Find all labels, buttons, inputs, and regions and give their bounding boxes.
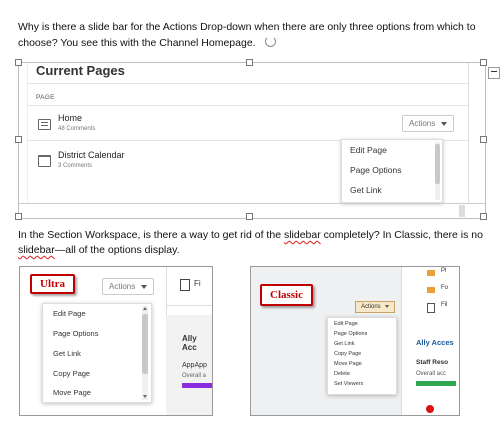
actions-dropdown-button[interactable]: Actions [102, 278, 155, 295]
ultra-screenshot: Ultra Actions Edit Page Page Options Get… [19, 266, 213, 416]
page-row-comments: 48 Comments [58, 126, 96, 132]
menu-scrollbar[interactable] [142, 306, 148, 400]
paragraph-line: slidebar—all of the options display. [18, 244, 180, 256]
resize-handle[interactable] [15, 213, 22, 220]
ally-heading: Ally Acc [182, 334, 197, 352]
file-icon [427, 303, 435, 313]
menu-item-delete[interactable]: Delete [334, 371, 350, 377]
divider [28, 105, 468, 106]
spelling-error-word[interactable]: slidebar [284, 229, 321, 241]
channel-homepage-screenshot[interactable]: Current Pages PAGE Home 48 Comments Acti… [18, 62, 486, 219]
scroll-up-icon[interactable] [143, 307, 147, 310]
staff-resources: Staff Reso [416, 359, 449, 366]
spelling-error-word[interactable]: slidebar [18, 244, 55, 256]
calendar-icon [38, 155, 51, 167]
current-pages-title: Current Pages [36, 63, 125, 78]
menu-item-set-viewers[interactable]: Set Viewers [334, 381, 363, 387]
menu-item-page-options[interactable]: Page Options [350, 165, 402, 175]
classic-label: Classic [260, 284, 313, 306]
menu-item-edit-page[interactable]: Edit Page [350, 145, 387, 155]
divider [166, 305, 212, 306]
resize-handle[interactable] [480, 213, 487, 220]
caret-down-icon [441, 121, 448, 126]
menu-item-edit-page[interactable]: Edit Page [53, 309, 86, 318]
progress-bar [182, 383, 212, 388]
resize-handle[interactable] [480, 59, 487, 66]
actions-menu: Edit Page Page Options Get Link Copy Pag… [42, 303, 152, 403]
side-item: Fo [441, 285, 449, 291]
menu-item-page-options[interactable]: Page Options [334, 331, 367, 337]
menu-item-get-link[interactable]: Get Link [350, 185, 382, 195]
menu-item-page-options[interactable]: Page Options [53, 329, 98, 338]
scrollbar-thumb[interactable] [435, 144, 440, 184]
page-row-title-home[interactable]: Home [58, 113, 82, 123]
divider [19, 203, 485, 204]
menu-item-move-page[interactable]: Move Page [53, 388, 91, 397]
side-item: Pl [441, 268, 447, 274]
resize-handle[interactable] [246, 59, 253, 66]
paragraph-line: choose? You see this with the Channel Ho… [18, 35, 488, 51]
page-icon [38, 119, 51, 130]
menu-item-copy-page[interactable]: Copy Page [334, 351, 361, 357]
menu-item-move-page[interactable]: Move Page [334, 361, 362, 367]
ally-item: AppApp [182, 362, 207, 369]
folder-icon [427, 287, 435, 293]
divider [28, 83, 468, 84]
ultra-label: Ultra [30, 274, 76, 294]
scroll-down-icon[interactable] [143, 395, 147, 398]
actions-dropdown-button[interactable]: Actions [355, 301, 396, 313]
menu-item-get-link[interactable]: Get Link [334, 341, 354, 347]
side-text: Fi [194, 279, 201, 288]
scrollbar[interactable] [459, 205, 465, 217]
ally-sub: Overall acc [416, 371, 447, 377]
caret-down-icon [385, 304, 390, 308]
folder-icon [427, 270, 435, 276]
paragraph-line: Why is there a slide bar for the Actions… [18, 21, 476, 33]
classic-screenshot: Classic Actions Edit Page Page Options G… [250, 266, 460, 416]
page-column-label: PAGE [36, 94, 55, 101]
page-row-title-district-calendar[interactable]: District Calendar [58, 150, 125, 160]
side-item: Fil [441, 302, 448, 308]
ally-sub: Overall a [182, 373, 207, 379]
menu-item-copy-page[interactable]: Copy Page [53, 369, 90, 378]
menu-scrollbar[interactable] [435, 142, 440, 200]
menu-item-edit-page[interactable]: Edit Page [334, 321, 358, 327]
progress-bar [416, 381, 456, 386]
question-paragraph-2: In the Section Workspace, is there a way… [18, 228, 488, 258]
page-row-comments: 3 Comments [58, 163, 93, 169]
scrollbar-thumb[interactable] [142, 314, 148, 374]
ally-heading: Ally Acces [416, 338, 454, 347]
file-icon [180, 279, 190, 291]
actions-dropdown-button[interactable]: Actions [402, 115, 455, 132]
resize-handle[interactable] [15, 136, 22, 143]
actions-menu: Edit Page Page Options Get Link [341, 139, 443, 203]
alert-icon [426, 405, 434, 413]
current-pages-panel: Current Pages PAGE Home 48 Comments Acti… [27, 63, 469, 203]
paragraph-line: In the Section Workspace, is there a way… [18, 229, 483, 241]
resize-handle[interactable] [246, 213, 253, 220]
layout-options-icon[interactable] [488, 67, 500, 79]
caret-down-icon [141, 284, 148, 289]
resize-handle[interactable] [15, 59, 22, 66]
resize-handle[interactable] [480, 136, 487, 143]
rotate-handle-icon[interactable] [264, 36, 276, 47]
question-paragraph-1: Why is there a slide bar for the Actions… [18, 20, 488, 51]
menu-item-get-link[interactable]: Get Link [53, 349, 81, 358]
actions-menu: Edit Page Page Options Get Link Copy Pag… [327, 317, 397, 395]
